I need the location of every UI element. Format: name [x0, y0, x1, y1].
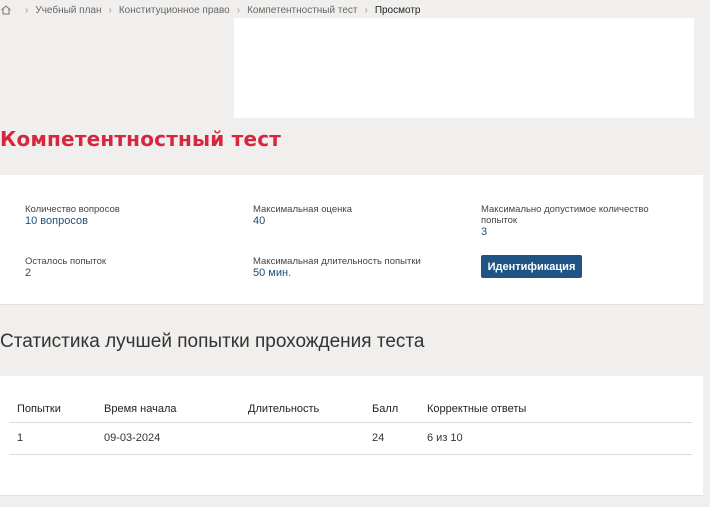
column-header-score: Балл: [364, 396, 419, 423]
table-header-row: Попытки Время начала Длительность Балл К…: [9, 396, 692, 423]
max-duration-item: Максимальная длительность попытки 50 мин…: [253, 256, 421, 280]
breadcrumb-item-curriculum[interactable]: Учебный план: [35, 5, 101, 16]
column-header-attempts: Попытки: [9, 396, 96, 423]
cell-score: 24: [364, 422, 419, 455]
cell-duration: [240, 422, 364, 455]
cell-correct-answers: 6 из 10: [419, 422, 692, 455]
max-score-label: Максимальная оценка: [253, 204, 353, 215]
questions-count-value: 10 вопросов: [25, 215, 88, 227]
breadcrumb: › Учебный план › Конституционное право ›…: [0, 3, 420, 17]
chevron-right-icon: ›: [108, 4, 112, 16]
chevron-right-icon: ›: [25, 4, 29, 16]
remaining-attempts-value: 2: [25, 267, 32, 279]
questions-count-item: Количество вопросов 10 вопросов: [25, 204, 120, 228]
blank-panel: [234, 18, 694, 118]
column-header-correct-answers: Корректные ответы: [419, 396, 692, 423]
max-attempts-label: Максимально допустимое количество попыто…: [481, 204, 649, 226]
max-score-item: Максимальная оценка 40: [253, 204, 352, 228]
remaining-attempts-label: Осталось попыток: [25, 256, 107, 267]
test-info-card: Количество вопросов 10 вопросов Максимал…: [0, 175, 703, 305]
chevron-right-icon: ›: [236, 4, 241, 16]
column-header-start-time: Время начала: [96, 396, 240, 423]
stats-title: Статистика лучшей попытки прохождения те…: [0, 331, 425, 352]
chevron-right-icon: ›: [364, 4, 368, 16]
questions-count-label: Количество вопросов: [25, 204, 120, 215]
breadcrumb-item-course[interactable]: Конституционное право: [119, 5, 230, 16]
identification-button[interactable]: Идентификация: [481, 255, 582, 278]
home-icon[interactable]: [0, 4, 12, 16]
page-title: Компетентностный тест: [0, 127, 282, 151]
max-score-value: 40: [253, 215, 266, 227]
max-duration-label: Максимальная длительность попытки: [253, 256, 421, 267]
stats-card: Попытки Время начала Длительность Балл К…: [0, 376, 703, 496]
column-header-duration: Длительность: [240, 396, 364, 423]
stats-table: Попытки Время начала Длительность Балл К…: [9, 396, 692, 455]
cell-start-time: 09-03-2024: [96, 422, 240, 455]
max-attempts-item: Максимально допустимое количество попыто…: [481, 204, 666, 239]
cell-attempt: 1: [9, 422, 96, 455]
max-duration-value: 50 мин.: [253, 267, 292, 279]
breadcrumb-item-current: Просмотр: [374, 4, 421, 16]
breadcrumb-item-test[interactable]: Компетентностный тест: [247, 5, 357, 16]
max-attempts-value: 3: [481, 226, 488, 238]
remaining-attempts-item: Осталось попыток 2: [25, 256, 106, 280]
table-row: 1 09-03-2024 24 6 из 10: [9, 422, 692, 455]
